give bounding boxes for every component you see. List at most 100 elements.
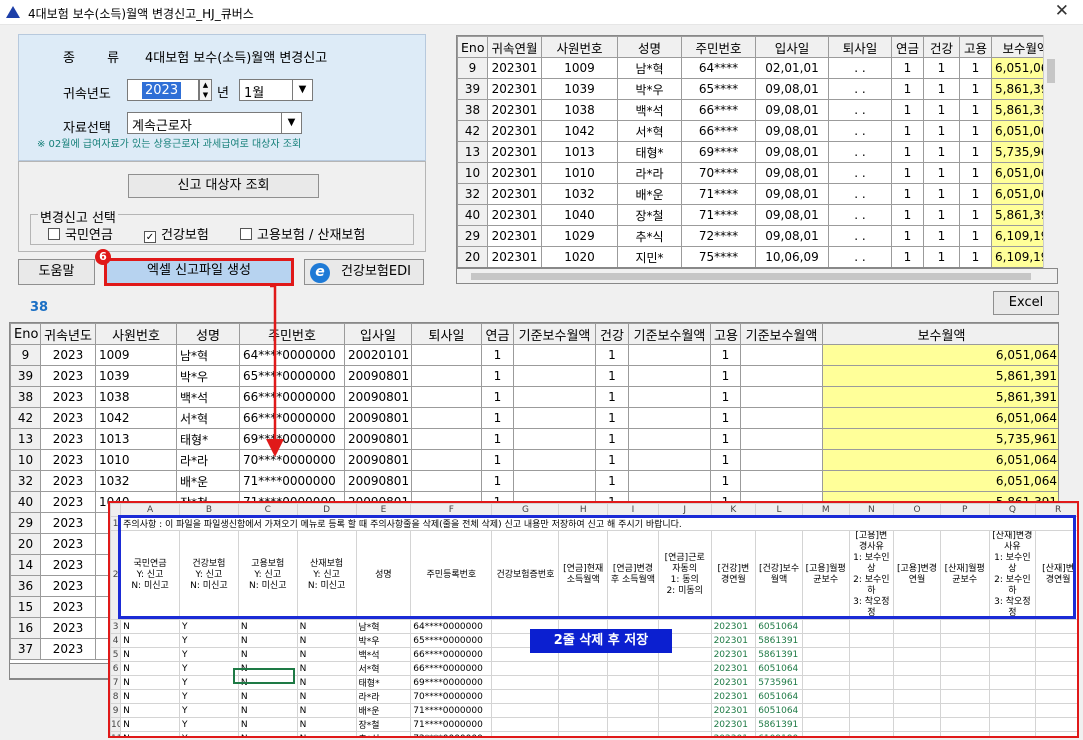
excel-data-row: 11NYNN추*식72****00000002023016109190 — [110, 731, 1077, 736]
excel-cell — [607, 703, 659, 718]
excel-cell: N — [120, 619, 180, 634]
excel-cell — [1035, 647, 1077, 662]
excel-cell — [848, 633, 895, 648]
excel-cell: 박*우 — [355, 633, 412, 648]
excel-cell — [939, 731, 990, 736]
excel-cell: 추*식 — [355, 731, 412, 736]
excel-cell: N — [237, 717, 298, 732]
excel-row-number: 8 — [110, 689, 122, 704]
excel-cell — [657, 661, 712, 676]
excel-cell: N — [296, 731, 357, 736]
excel-cell — [848, 717, 895, 732]
excel-cell — [848, 731, 895, 736]
excel-cell: Y — [178, 633, 239, 648]
excel-cell — [939, 717, 990, 732]
excel-row-number: 11 — [110, 731, 122, 736]
excel-cell — [558, 689, 609, 704]
excel-cell — [939, 633, 990, 648]
excel-cell — [988, 647, 1037, 662]
excel-cell: 66****0000000 — [410, 647, 493, 662]
excel-cell: Y — [178, 703, 239, 718]
excel-cell — [657, 675, 712, 690]
excel-cell — [939, 703, 990, 718]
excel-cell — [848, 675, 895, 690]
excel-cell — [893, 647, 941, 662]
excel-cell: 202301 — [710, 661, 757, 676]
excel-cell — [558, 703, 609, 718]
excel-cell: 5861391 — [755, 717, 803, 732]
excel-cell: 202301 — [710, 633, 757, 648]
excel-row-number: 6 — [110, 661, 122, 676]
excel-cell: N — [120, 647, 180, 662]
excel-cell — [939, 619, 990, 634]
excel-cell: Y — [178, 717, 239, 732]
excel-cell: N — [120, 675, 180, 690]
excel-cell — [801, 633, 850, 648]
excel-cell: N — [296, 633, 357, 648]
excel-cell — [988, 689, 1037, 704]
excel-cell: 6051064 — [755, 619, 803, 634]
excel-cell: 5861391 — [755, 633, 803, 648]
excel-cell — [893, 633, 941, 648]
excel-cell — [893, 619, 941, 634]
excel-cell — [1035, 731, 1077, 736]
excel-cell — [801, 619, 850, 634]
excel-cell: N — [237, 633, 298, 648]
close-icon[interactable]: ✕ — [1055, 1, 1069, 21]
excel-cell — [657, 731, 712, 736]
excel-cell: 배*운 — [355, 703, 412, 718]
excel-cell: N — [296, 647, 357, 662]
excel-cell — [657, 717, 712, 732]
excel-cell — [893, 661, 941, 676]
excel-cell: 202301 — [710, 717, 757, 732]
excel-cell: 202301 — [710, 647, 757, 662]
excel-cell — [988, 703, 1037, 718]
excel-cell — [657, 689, 712, 704]
excel-cell — [988, 717, 1037, 732]
excel-cell: 71****0000000 — [410, 717, 493, 732]
excel-cell: N — [237, 619, 298, 634]
excel-cell — [1035, 703, 1077, 718]
excel-cell: 202301 — [710, 689, 757, 704]
excel-cell — [848, 647, 895, 662]
excel-cell: 71****0000000 — [410, 703, 493, 718]
excel-cell: 202301 — [710, 703, 757, 718]
excel-cell — [848, 661, 895, 676]
excel-cell: N — [296, 689, 357, 704]
excel-cell: 6051064 — [755, 689, 803, 704]
excel-cell — [893, 717, 941, 732]
excel-cell: N — [296, 619, 357, 634]
excel-cell: 202301 — [710, 731, 757, 736]
excel-cell — [988, 633, 1037, 648]
excel-cell: 남*혁 — [355, 619, 412, 634]
excel-cell: Y — [178, 647, 239, 662]
excel-cell — [939, 675, 990, 690]
excel-cell — [801, 661, 850, 676]
excel-row-number: 5 — [110, 647, 122, 662]
excel-cell: Y — [178, 689, 239, 704]
excel-cell — [848, 689, 895, 704]
excel-cell — [558, 717, 609, 732]
excel-cell: N — [296, 661, 357, 676]
excel-cell — [491, 675, 560, 690]
excel-cell: N — [237, 689, 298, 704]
excel-cell — [848, 703, 895, 718]
excel-cell — [988, 619, 1037, 634]
excel-cell: 202301 — [710, 675, 757, 690]
excel-cell — [491, 717, 560, 732]
excel-row-number: 3 — [110, 619, 122, 634]
excel-cell — [607, 717, 659, 732]
excel-cell: Y — [178, 675, 239, 690]
excel-cell: N — [237, 647, 298, 662]
excel-cell: Y — [178, 661, 239, 676]
excel-cell: N — [237, 731, 298, 736]
excel-cell — [801, 675, 850, 690]
title-bar: 4대보험 보수(소득)월액 변경신고_HJ_큐버스 ✕ — [0, 0, 1083, 25]
excel-cell — [1035, 661, 1077, 676]
excel-cell: 태형* — [355, 675, 412, 690]
excel-cell: 서*혁 — [355, 661, 412, 676]
excel-row-number: 10 — [110, 717, 122, 732]
excel-cell — [939, 647, 990, 662]
excel-cell — [607, 661, 659, 676]
excel-cell: 6109190 — [755, 731, 803, 736]
